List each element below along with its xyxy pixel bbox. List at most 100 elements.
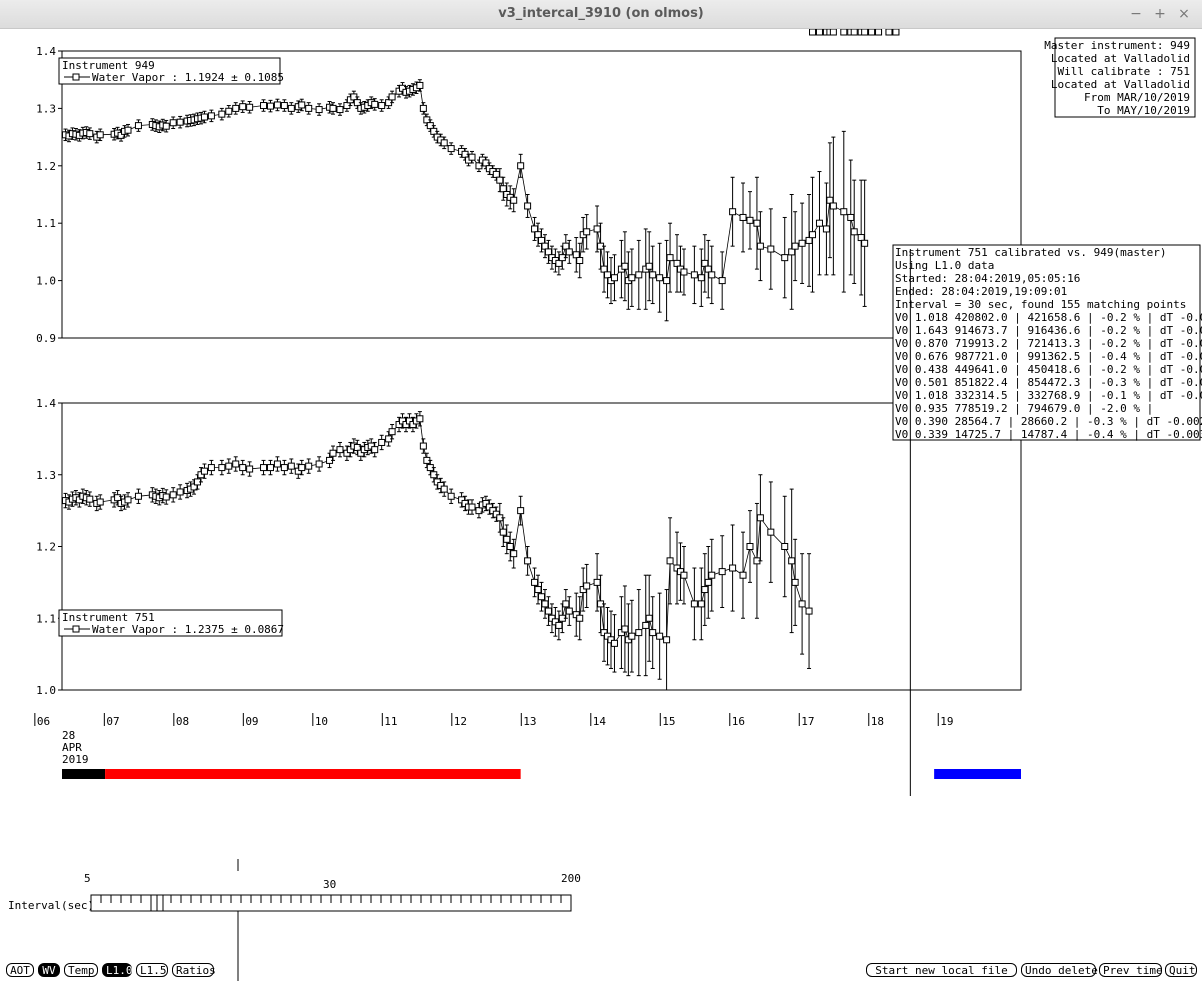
point-marker <box>305 104 313 112</box>
close-icon[interactable]: × <box>1174 4 1194 24</box>
minimize-icon[interactable]: − <box>1126 4 1146 24</box>
data-point[interactable] <box>809 29 817 36</box>
point-marker <box>510 550 518 558</box>
point-marker <box>739 213 747 221</box>
prev-time-button[interactable]: Prev time <box>1099 963 1163 977</box>
point-marker <box>690 600 698 608</box>
calibration-info-line: Interval = 30 sec, found 155 matching po… <box>895 298 1186 311</box>
data-point[interactable] <box>850 29 858 36</box>
data-point[interactable] <box>861 29 869 36</box>
point-marker <box>124 126 132 134</box>
point-marker <box>656 632 664 640</box>
point-marker <box>388 428 396 436</box>
point-marker <box>440 139 448 147</box>
point-marker <box>280 102 288 110</box>
point-marker <box>468 153 476 161</box>
toggle-l1-0-button[interactable]: L1.0 <box>102 963 133 977</box>
point-marker <box>447 492 455 500</box>
point-marker <box>739 571 747 579</box>
plot-canvas[interactable]: 0.91.01.11.21.31.4Instrument 949Water Va… <box>0 29 1202 990</box>
toggle-aot-button[interactable]: AOT <box>6 963 34 977</box>
toggle-l1-5-button[interactable]: L1.5 <box>136 963 168 977</box>
quit-button[interactable]: Quit <box>1165 963 1197 977</box>
point-marker <box>162 122 170 130</box>
point-marker <box>791 242 799 250</box>
point-marker <box>781 543 789 550</box>
point-marker <box>788 557 796 565</box>
y-tick-label: 1.4 <box>36 397 56 410</box>
toggle-temp-button[interactable]: Temp <box>64 963 98 977</box>
calibration-info-line: V0 1.018 420802.0 | 421658.6 | -0.2 % | … <box>895 311 1202 324</box>
data-point[interactable] <box>875 29 883 36</box>
point-marker <box>353 443 361 451</box>
point-marker <box>791 578 799 586</box>
point-marker <box>273 101 281 109</box>
window-titlebar[interactable]: v3_intercal_3910 (on olmos) − + × <box>0 0 1202 29</box>
calibration-info-line: V0 0.870 719913.2 | 721413.3 | -0.2 % | … <box>895 337 1202 350</box>
y-tick-label: 1.0 <box>36 684 56 697</box>
time-tick-label: 10 <box>315 715 328 728</box>
date-label: 2019 <box>62 753 89 766</box>
point-marker <box>729 564 737 572</box>
point-marker <box>680 571 688 579</box>
data-point[interactable] <box>840 29 848 36</box>
point-marker <box>273 460 281 468</box>
point-marker <box>517 162 525 170</box>
time-tick-label: 17 <box>801 715 814 728</box>
toggle-wv-button[interactable]: WV <box>38 963 60 977</box>
point-marker <box>232 104 240 112</box>
point-marker <box>892 29 900 36</box>
slider-max-label: 200 <box>561 872 581 885</box>
master-info-line: Located at Valladolid <box>1051 78 1190 91</box>
maximize-icon[interactable]: + <box>1150 4 1170 24</box>
point-marker <box>239 464 247 472</box>
y-tick-label: 1.1 <box>36 217 56 230</box>
point-marker <box>805 236 813 244</box>
point-marker <box>649 271 657 279</box>
point-marker <box>315 106 323 114</box>
point-marker <box>468 503 476 511</box>
point-marker <box>621 262 629 270</box>
data-point[interactable] <box>885 29 893 36</box>
point-marker <box>534 231 542 239</box>
point-marker <box>798 239 806 247</box>
data-point[interactable] <box>829 29 837 36</box>
point-marker <box>822 225 830 233</box>
point-marker <box>850 29 858 36</box>
point-marker <box>645 262 653 270</box>
start-new-local-file-button[interactable]: Start new local file <box>866 963 1017 977</box>
point-marker <box>593 225 601 233</box>
point-marker <box>266 464 274 472</box>
point-marker <box>524 202 532 210</box>
point-marker <box>840 208 848 216</box>
point-marker <box>809 29 817 36</box>
point-marker <box>663 636 671 644</box>
point-marker <box>753 219 761 227</box>
point-marker <box>315 460 323 468</box>
point-marker <box>829 202 837 210</box>
chart-panel-1[interactable]: 0.9 1.0 1.1 1.2 1.3 1.4Instrument 949Water Va… <box>36 29 1022 345</box>
point-marker <box>499 528 507 536</box>
calibration-info-box: Instrument 751 calibrated vs. 949(master… <box>892 244 1202 441</box>
toggle-ratios-button[interactable]: Ratios <box>172 963 216 977</box>
point-marker <box>378 438 386 446</box>
point-marker <box>287 104 295 112</box>
point-marker <box>673 259 681 267</box>
master-info-line: Located at Valladolid <box>1051 52 1190 65</box>
data-point[interactable] <box>892 29 900 36</box>
legend-marker <box>72 73 80 81</box>
point-marker <box>847 213 855 221</box>
point-marker <box>218 110 226 118</box>
point-marker <box>576 257 584 265</box>
undo-delete-button[interactable]: Undo delete <box>1021 963 1098 977</box>
point-marker <box>857 234 865 242</box>
data-point[interactable] <box>868 29 876 36</box>
point-marker <box>416 415 424 423</box>
data-point[interactable] <box>815 29 823 36</box>
legend-series: Water Vapor : 1.1924 ± 0.1085 <box>92 71 284 84</box>
plot-frame <box>61 50 1022 339</box>
time-tick-label: 06 <box>37 715 50 728</box>
point-marker <box>440 485 448 493</box>
point-marker <box>378 102 386 110</box>
time-tick-label: 14 <box>593 715 607 728</box>
